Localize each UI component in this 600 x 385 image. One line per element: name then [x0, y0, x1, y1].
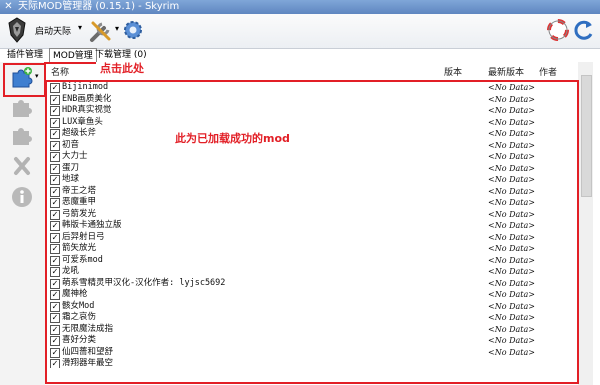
highlight-mod-list: [45, 80, 579, 384]
column-author[interactable]: 作者: [539, 66, 557, 80]
highlight-install-button: [3, 63, 46, 97]
launch-dropdown-icon[interactable]: ▾: [78, 23, 82, 32]
annotation-line: [44, 62, 96, 64]
annotation-loaded-mods: 此为已加载成功的mod: [175, 132, 290, 145]
tab-mods[interactable]: MOD管理: [49, 48, 97, 62]
gear-icon: [124, 21, 142, 39]
remove-puzzle-button[interactable]: [10, 97, 34, 121]
launch-button[interactable]: [5, 17, 29, 47]
column-latest-version[interactable]: 最新版本: [488, 66, 524, 80]
column-version[interactable]: 版本: [444, 66, 462, 80]
info-icon: [12, 187, 32, 207]
refresh-icon: [574, 20, 593, 40]
column-name[interactable]: 名称: [51, 66, 69, 80]
tab-bar: 插件管理 MOD管理 下载管理 (0): [0, 48, 600, 62]
tools-icon: [90, 21, 111, 42]
window-title: 天际MOD管理器 (0.15.1) - Skyrim: [18, 1, 180, 12]
edit-puzzle-button[interactable]: [10, 125, 34, 149]
title-bar: ✕ 天际MOD管理器 (0.15.1) - Skyrim: [0, 0, 600, 14]
lifebuoy-icon: [547, 19, 569, 41]
scrollbar-thumb[interactable]: [581, 75, 592, 197]
close-icon: [14, 157, 30, 175]
toolbar: 启动天际 ▾ ▾: [0, 14, 600, 49]
refresh-button[interactable]: [573, 18, 595, 46]
skyrim-logo-icon: [8, 17, 26, 43]
launch-label[interactable]: 启动天际: [35, 24, 71, 37]
settings-button[interactable]: [121, 18, 145, 46]
app-icon: ✕: [4, 1, 13, 12]
side-toolbar: ▾: [0, 62, 46, 385]
info-button[interactable]: [10, 185, 34, 209]
puzzle-icon-2: [13, 128, 32, 145]
tools-button[interactable]: [88, 18, 114, 48]
tab-plugins[interactable]: 插件管理: [4, 48, 46, 61]
delete-button[interactable]: [10, 155, 34, 179]
tools-dropdown-icon[interactable]: ▾: [115, 24, 119, 33]
annotation-click-here: 点击此处: [100, 62, 144, 75]
help-button[interactable]: [546, 18, 570, 46]
puzzle-icon: [13, 100, 32, 117]
